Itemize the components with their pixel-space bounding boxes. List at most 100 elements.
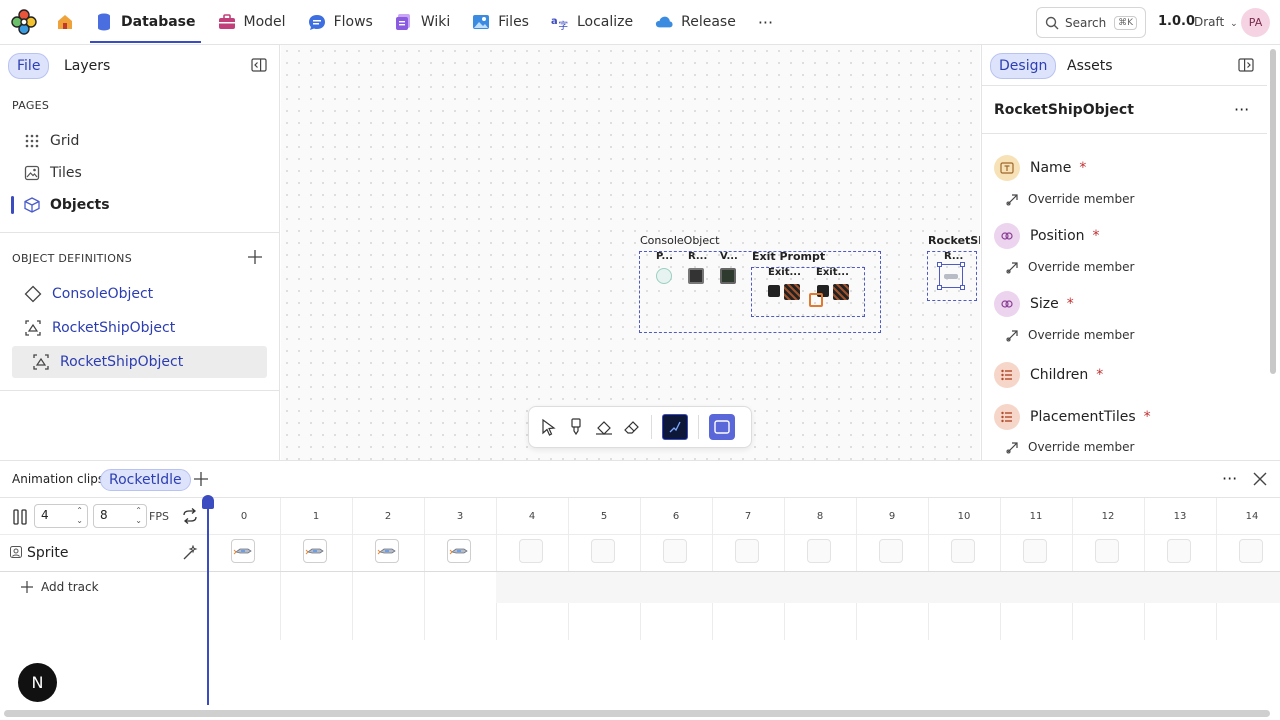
nav-model[interactable]: Model xyxy=(207,0,297,45)
tile-brush-preview-icon[interactable] xyxy=(662,414,688,440)
select-tool-icon[interactable] xyxy=(539,418,557,436)
empty-keyframe[interactable] xyxy=(519,539,543,563)
page-item-objects[interactable]: Objects xyxy=(24,197,110,213)
frame-count-stepper[interactable]: 4 ⌃ ⌄ xyxy=(34,504,88,528)
definition-label: ConsoleObject xyxy=(52,286,154,302)
list-icon xyxy=(994,404,1020,430)
panel-more-button[interactable]: ··· xyxy=(1222,469,1237,488)
definition-consoleobject[interactable]: ConsoleObject xyxy=(24,285,153,303)
prop-placement-tiles[interactable]: PlacementTiles * xyxy=(994,404,1151,430)
add-definition-button[interactable] xyxy=(247,249,263,265)
eraser-tool-icon[interactable] xyxy=(623,418,641,436)
prop-label: Name xyxy=(1030,160,1072,176)
sprite-keyframe[interactable] xyxy=(231,539,255,563)
override-member-link[interactable]: Override member xyxy=(1006,328,1134,342)
add-track-button[interactable]: Add track xyxy=(20,580,99,594)
frame-number: 5 xyxy=(600,511,608,522)
override-member-link[interactable]: Override member xyxy=(1006,260,1134,274)
horizontal-scrollbar[interactable] xyxy=(4,710,1270,717)
sprite-keyframe[interactable] xyxy=(447,539,471,563)
brush-tool-icon[interactable] xyxy=(567,418,585,436)
app-logo[interactable] xyxy=(0,8,48,36)
add-clip-button[interactable] xyxy=(193,471,209,487)
sprite-keyframe[interactable] xyxy=(303,539,327,563)
tab-file[interactable]: File xyxy=(8,53,50,79)
tab-layers[interactable]: Layers xyxy=(56,54,118,78)
rocket-selection-icon[interactable] xyxy=(937,262,965,290)
nav-localize[interactable]: a字 Localize xyxy=(540,0,644,45)
loop-icon[interactable] xyxy=(181,508,199,524)
rocket-sprite-icon xyxy=(449,548,468,555)
right-panel-scrollbar[interactable] xyxy=(1270,49,1276,374)
empty-keyframe[interactable] xyxy=(1095,539,1119,563)
nav-release[interactable]: Release xyxy=(644,0,747,45)
page-item-grid[interactable]: Grid xyxy=(24,133,79,149)
empty-keyframe[interactable] xyxy=(735,539,759,563)
prop-position[interactable]: Position * xyxy=(994,223,1100,249)
empty-keyframe[interactable] xyxy=(1167,539,1191,563)
prop-children[interactable]: Children * xyxy=(994,362,1103,388)
override-member-link[interactable]: Override member xyxy=(1006,440,1134,454)
tab-assets[interactable]: Assets xyxy=(1059,54,1121,78)
magic-wand-icon[interactable] xyxy=(182,545,198,561)
tab-design[interactable]: Design xyxy=(990,53,1057,79)
n-badge[interactable]: N xyxy=(18,663,57,702)
search-button[interactable]: Search ⌘K xyxy=(1036,7,1146,38)
empty-keyframe[interactable] xyxy=(591,539,615,563)
page-item-tiles[interactable]: Tiles xyxy=(24,165,82,181)
definition-rocketshipobject-child[interactable]: RocketShipObject xyxy=(32,353,183,371)
frame-number: 8 xyxy=(816,511,824,522)
avatar[interactable]: PA xyxy=(1241,8,1270,37)
empty-keyframe[interactable] xyxy=(879,539,903,563)
nav-flows[interactable]: Flows xyxy=(297,0,384,45)
prop-size[interactable]: Size * xyxy=(994,291,1074,317)
object-more-button[interactable]: ··· xyxy=(1234,100,1249,119)
nav-wiki[interactable]: Wiki xyxy=(384,0,461,45)
empty-keyframe[interactable] xyxy=(663,539,687,563)
override-member-link[interactable]: Override member xyxy=(1006,192,1134,206)
nav-release-label: Release xyxy=(681,14,736,30)
empty-keyframe[interactable] xyxy=(1239,539,1263,563)
sprite-keyframe[interactable] xyxy=(375,539,399,563)
link-icon xyxy=(994,291,1020,317)
clip-tab-rocketidle[interactable]: RocketIdle xyxy=(100,469,191,491)
override-label: Override member xyxy=(1028,192,1135,206)
nav-wiki-label: Wiki xyxy=(420,14,451,30)
empty-keyframe[interactable] xyxy=(807,539,831,563)
chevron-down-icon: ⌄ xyxy=(1230,19,1238,29)
draft-dropdown[interactable]: Draft ⌄ xyxy=(1194,15,1238,29)
empty-keyframe[interactable] xyxy=(951,539,975,563)
definition-rocketshipobject[interactable]: RocketShipObject xyxy=(24,319,175,337)
fps-stepper[interactable]: 8 ⌃ ⌄ xyxy=(93,504,147,528)
empty-keyframe[interactable] xyxy=(1023,539,1047,563)
prop-name[interactable]: Name * xyxy=(994,155,1086,181)
console-object-label[interactable]: ConsoleObject xyxy=(640,234,720,247)
fill-tool-icon[interactable] xyxy=(595,418,613,436)
frame-tool-icon[interactable] xyxy=(709,414,735,440)
close-panel-icon[interactable] xyxy=(1253,472,1267,486)
fps-value: 8 xyxy=(100,508,108,522)
pause-icon[interactable] xyxy=(12,508,28,526)
nav-more-button[interactable]: ··· xyxy=(747,0,784,45)
frame-number: 13 xyxy=(1173,511,1187,522)
override-label: Override member xyxy=(1028,260,1135,274)
collapse-right-panel-icon[interactable] xyxy=(1238,58,1254,72)
link-icon xyxy=(994,223,1020,249)
search-shortcut: ⌘K xyxy=(1114,15,1137,30)
nav-database[interactable]: Database xyxy=(84,0,207,45)
canvas[interactable]: ConsoleObject P... R... V... Exit Prompt… xyxy=(281,45,980,460)
nav-files[interactable]: Files xyxy=(461,0,540,45)
prop-label: Children xyxy=(1030,367,1089,383)
collapse-panel-icon[interactable] xyxy=(251,58,267,72)
timeline-empty-area xyxy=(496,572,1280,603)
right-panel: Design Assets RocketShipObject ··· Name … xyxy=(981,45,1280,460)
home-button[interactable] xyxy=(48,0,84,45)
definition-label: RocketShipObject xyxy=(52,320,176,336)
console-sprite-circle xyxy=(656,268,672,284)
rocket-object-label[interactable]: RocketShi xyxy=(928,234,980,247)
plus-icon xyxy=(21,581,33,593)
rocket-sprite-icon xyxy=(377,548,396,555)
playhead[interactable] xyxy=(207,499,209,705)
exit-label-a: Exit... xyxy=(768,267,801,278)
arrow-up-right-icon xyxy=(1006,328,1020,342)
